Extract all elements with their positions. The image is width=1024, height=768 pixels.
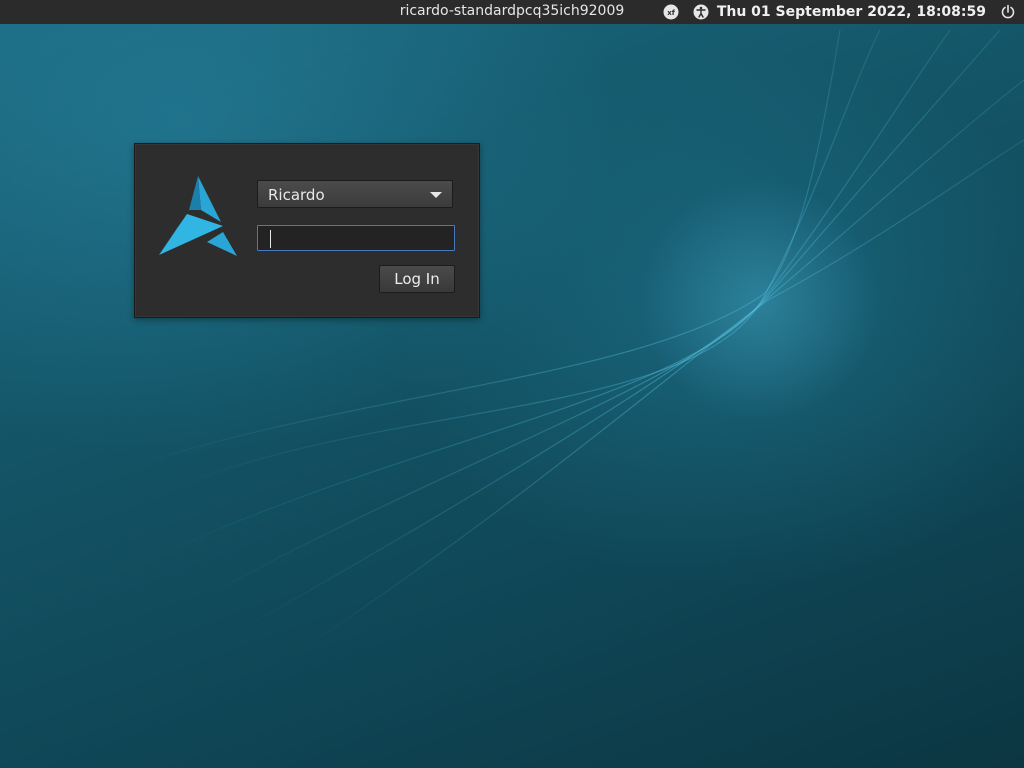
user-select-dropdown[interactable]: Ricardo xyxy=(257,180,453,208)
distro-logo-icon xyxy=(159,176,237,256)
top-panel: ricardo-standardpcq35ich92009 xf Thu 01 … xyxy=(0,0,1024,24)
clock[interactable]: Thu 01 September 2022, 18:08:59 xyxy=(717,4,986,20)
power-icon[interactable] xyxy=(1000,4,1016,20)
password-field[interactable] xyxy=(257,225,455,251)
text-cursor xyxy=(270,230,271,248)
login-dialog: Ricardo Log In xyxy=(134,143,480,318)
desktop-background xyxy=(0,0,1024,768)
svg-text:xf: xf xyxy=(667,9,676,17)
panel-indicators: xf Thu 01 September 2022, 18:08:59 xyxy=(649,0,1016,24)
login-button[interactable]: Log In xyxy=(379,265,455,293)
wallpaper-curves xyxy=(119,29,1024,651)
chevron-down-icon xyxy=(430,192,442,198)
keyboard-layout-icon[interactable]: xf xyxy=(663,4,679,20)
accessibility-icon[interactable] xyxy=(693,4,709,20)
selected-user-label: Ricardo xyxy=(268,186,325,204)
